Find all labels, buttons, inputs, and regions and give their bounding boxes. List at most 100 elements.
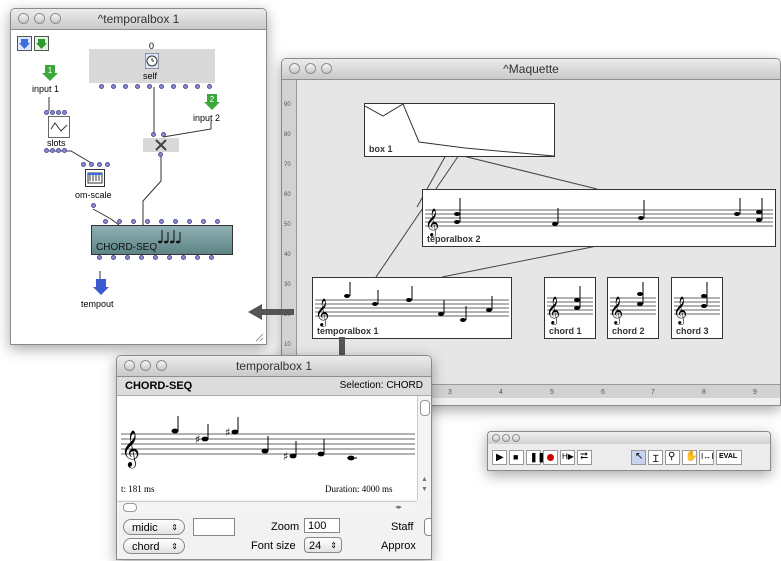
inlet[interactable]	[187, 219, 192, 224]
chord-3[interactable]: 𝄞 chord 3	[671, 277, 723, 339]
tempout[interactable]: tempout	[81, 279, 121, 313]
outlet[interactable]	[171, 84, 176, 89]
outlet[interactable]	[195, 255, 200, 260]
slots-box[interactable]	[48, 116, 70, 138]
outlet[interactable]	[159, 84, 164, 89]
inlet[interactable]	[151, 132, 156, 137]
fontsize-select[interactable]: 24 ⇕	[304, 537, 342, 553]
zoom-button[interactable]	[512, 434, 520, 442]
outlet[interactable]	[97, 255, 102, 260]
outlet[interactable]	[123, 84, 128, 89]
scroll-down-icon[interactable]: ▼	[421, 486, 428, 493]
outlet[interactable]	[207, 84, 212, 89]
hand-tool-button[interactable]: ✋	[682, 450, 697, 465]
input-2[interactable]: 2 input 2	[193, 94, 225, 126]
outlet[interactable]	[50, 148, 55, 153]
stop-button[interactable]: ■	[509, 450, 524, 465]
box-label: chord 2	[612, 326, 645, 336]
scroll-thumb[interactable]	[420, 400, 430, 416]
ibeam-icon: Ɪ	[653, 454, 659, 465]
outlet[interactable]	[44, 148, 49, 153]
inlet[interactable]	[131, 219, 136, 224]
outlet[interactable]	[147, 84, 152, 89]
inlet[interactable]	[62, 110, 67, 115]
play-button[interactable]: ▶	[492, 450, 507, 465]
close-button[interactable]	[124, 360, 135, 371]
view-select[interactable]: chord ⇕	[123, 538, 185, 554]
minimize-button[interactable]	[140, 360, 151, 371]
pause-button[interactable]: ❚❚	[526, 450, 545, 465]
outlet[interactable]	[99, 84, 104, 89]
inlet[interactable]	[159, 219, 164, 224]
loop-button[interactable]: ⮂	[577, 450, 592, 465]
inlet[interactable]	[145, 219, 150, 224]
interval-tool-button[interactable]: I↔I	[699, 450, 714, 465]
omscale-box[interactable]	[85, 169, 105, 187]
outlet[interactable]	[125, 255, 130, 260]
horizontal-scrollbar[interactable]: ◂▸	[117, 501, 417, 513]
outlet[interactable]	[195, 84, 200, 89]
inlet[interactable]	[97, 162, 102, 167]
resize-grip-icon[interactable]	[254, 332, 264, 342]
chord-2[interactable]: 𝄞 chord 2	[607, 277, 659, 339]
inlet[interactable]	[201, 219, 206, 224]
outlet[interactable]	[209, 255, 214, 260]
zoom-button[interactable]	[156, 360, 167, 371]
input-1[interactable]: 1 input 1	[32, 65, 63, 97]
notes-icon	[158, 230, 181, 244]
teporalbox-2[interactable]: 𝄞 teporalbox 2	[422, 189, 776, 247]
outlet[interactable]	[183, 84, 188, 89]
multiply-box[interactable]	[143, 138, 179, 152]
value-field[interactable]	[193, 518, 235, 536]
scroll-up-icon[interactable]: ▲	[421, 476, 428, 483]
minimize-button[interactable]	[502, 434, 510, 442]
zoom-tool-button[interactable]: ⚲	[665, 450, 680, 465]
outlet[interactable]	[62, 148, 67, 153]
score-area[interactable]: 𝄞 ♯ ♯ ♯ t: 181 ms Duration: 4000 ms	[117, 396, 417, 500]
outlet[interactable]	[158, 152, 163, 157]
inlet[interactable]	[215, 219, 220, 224]
inlet[interactable]	[117, 219, 122, 224]
play-selection-button[interactable]: H▶	[560, 450, 575, 465]
inlet[interactable]	[44, 110, 49, 115]
select-arrows-icon: ⇕	[171, 523, 178, 532]
record-button[interactable]	[543, 450, 558, 465]
ibeam-tool-button[interactable]: Ɪ	[648, 450, 663, 465]
zoom-field[interactable]: 100	[304, 518, 340, 533]
inlet[interactable]	[103, 219, 108, 224]
arrow-tool-button[interactable]: ↖	[631, 450, 646, 465]
outlet[interactable]	[111, 255, 116, 260]
palette-titlebar[interactable]	[488, 432, 770, 444]
scroll-thumb[interactable]	[123, 503, 137, 512]
box-1[interactable]: box 1	[364, 103, 555, 157]
outlet[interactable]	[56, 148, 61, 153]
chordseq-box[interactable]: CHORD-SEQ	[91, 225, 233, 255]
outlet[interactable]	[111, 84, 116, 89]
eval-button[interactable]: EVAL	[716, 450, 742, 465]
inlet[interactable]	[50, 110, 55, 115]
outlet[interactable]	[91, 203, 96, 208]
scroll-left-icon[interactable]: ◂▸	[395, 503, 402, 511]
inlet[interactable]	[161, 132, 166, 137]
multiply-icon	[155, 139, 167, 151]
chord-1[interactable]: 𝄞 chord 1	[544, 277, 596, 339]
inlet[interactable]	[56, 110, 61, 115]
vertical-scrollbar[interactable]: ▲ ▼	[417, 396, 431, 500]
outlet[interactable]	[135, 84, 140, 89]
inlet[interactable]	[81, 162, 86, 167]
close-button[interactable]	[492, 434, 500, 442]
outlet[interactable]	[181, 255, 186, 260]
staff-select[interactable]	[424, 518, 431, 536]
outlet[interactable]	[167, 255, 172, 260]
temporalbox-1[interactable]: 𝄞 temporalbox 1	[312, 277, 512, 339]
mode-select-value: midic	[132, 522, 158, 534]
mode-select[interactable]: midic ⇕	[123, 519, 185, 535]
inlet[interactable]	[173, 219, 178, 224]
inlet[interactable]	[105, 162, 110, 167]
self-box[interactable]: self	[89, 49, 215, 83]
svg-text:𝄞: 𝄞	[425, 208, 439, 237]
inlet[interactable]	[89, 162, 94, 167]
editor-titlebar[interactable]: temporalbox 1	[117, 356, 431, 377]
outlet[interactable]	[153, 255, 158, 260]
outlet[interactable]	[139, 255, 144, 260]
